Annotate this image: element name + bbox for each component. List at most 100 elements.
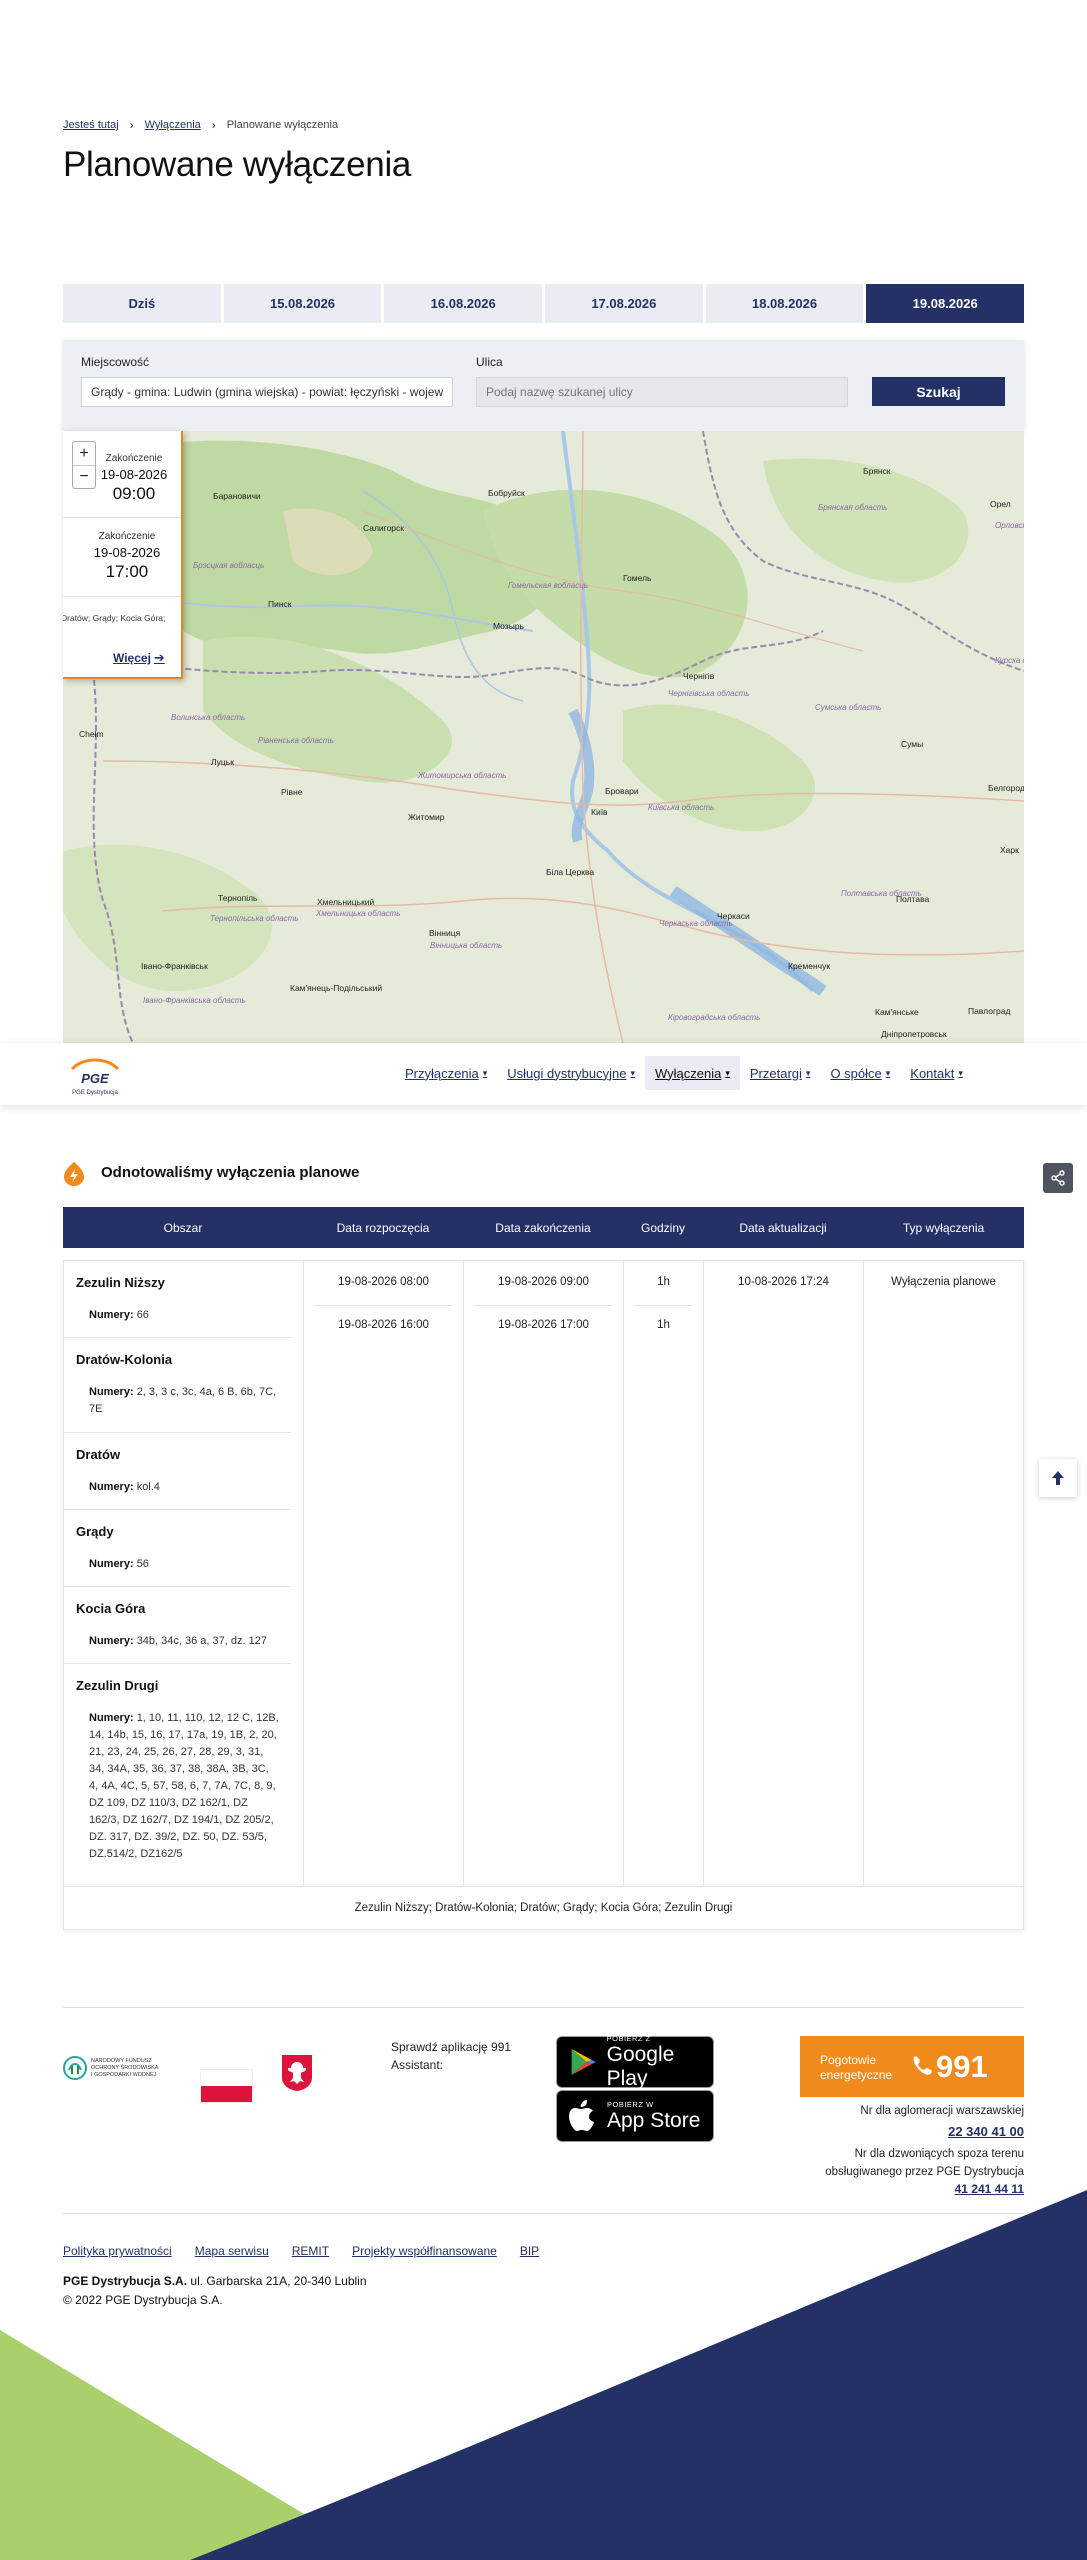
map-label-city: Київ [591, 807, 608, 817]
emergency-call-button[interactable]: Pogotowie energetyczne 991 [800, 2036, 1024, 2097]
footer-link-bip[interactable]: BIP [520, 2244, 539, 2258]
numbers-value: 34b, 34c, 36 a, 37, dz. 127 [136, 1635, 267, 1647]
date-tab[interactable]: 15.08.2026 [223, 284, 382, 323]
area-numbers: Numery: 2, 3, 3 c, 3c, 4a, 6 B, 6b, 7C, … [76, 1384, 279, 1418]
outage-table: Zezulin Niższy Numery: 66 Dratów-Kolonia… [63, 1260, 1024, 1930]
apple-icon [569, 2100, 594, 2131]
map-label-city: Павлоград [968, 1006, 1011, 1016]
nav-item-label: Kontakt [910, 1065, 955, 1081]
chevron-right-icon: › [129, 118, 134, 132]
map-label-city: Бровари [605, 786, 639, 796]
outage-table-header: Obszar Data rozpoczęcia Data zakończenia… [63, 1207, 1024, 1248]
nav-item-kontakt[interactable]: Kontakt ▾ [900, 1056, 973, 1090]
popup-end-label: Zakończenie [105, 453, 163, 464]
map[interactable]: Брянск Барановичи Бобруйск Салигорск Гом… [63, 431, 1024, 1043]
area-numbers: Numery: 56 [76, 1556, 279, 1573]
numbers-value: 1, 10, 11, 110, 12, 12 C, 12B, 14, 14b, … [89, 1712, 279, 1860]
nav-item-o-spolce[interactable]: O spółce ▾ [820, 1056, 900, 1090]
search-button[interactable]: Szukaj [872, 377, 1005, 406]
map-label-city: Салигорск [363, 523, 405, 533]
date-tab-today[interactable]: Dziś [63, 284, 221, 323]
date-tab[interactable]: 18.08.2026 [705, 284, 864, 323]
popup-more-label: Więcej [113, 651, 151, 665]
map-label-region: Волинська область [171, 713, 246, 722]
nav-item-label: O spółce [830, 1065, 882, 1081]
google-play-button[interactable]: POBIERZ Z Google Play [556, 2033, 714, 2090]
column-header-area: Obszar [163, 1220, 203, 1235]
nav-item-przetargi[interactable]: Przetargi ▾ [740, 1056, 821, 1090]
google-play-small-text: POBIERZ Z [606, 2033, 651, 2043]
google-play-big-text: Google Play [606, 2042, 675, 2090]
footer-link-projects[interactable]: Projekty współfinansowane [352, 2244, 497, 2258]
fund-text-2: OCHRONY ŚRODOWISKA [91, 2063, 159, 2071]
company-info: PGE Dystrybucja S.A. ul. Garbarska 21A, … [63, 2272, 367, 2310]
map-label-city: Харк [1000, 845, 1019, 855]
numbers-label: Numery: [89, 1712, 134, 1724]
outside-label: Nr dla dzwoniących spoza terenu obsługiw… [825, 2148, 1024, 2178]
footer-link-remit[interactable]: REMIT [292, 2244, 329, 2258]
numbers-label: Numery: [89, 1386, 134, 1398]
popup-end-date: 19-08-2026 [100, 467, 168, 482]
breadcrumb-home-link[interactable]: Jesteś tutaj [63, 119, 119, 131]
date-tab[interactable]: 16.08.2026 [384, 284, 543, 323]
map-label-region: Івано-Франківська область [143, 996, 246, 1005]
map-label-city: Житомир [408, 812, 445, 822]
date-tab[interactable]: 17.08.2026 [545, 284, 703, 323]
start-date: 19-08-2026 16:00 [338, 1319, 429, 1331]
numbers-label: Numery: [89, 1635, 134, 1647]
breadcrumb: Jesteś tutaj › Wyłączenia › Planowane wy… [63, 118, 338, 132]
footer-link-privacy[interactable]: Polityka prywatności [63, 2244, 172, 2258]
arrow-right-icon: ➔ [153, 650, 165, 665]
end-date-column: 19-08-2026 09:00 19-08-2026 17:00 [464, 1261, 624, 1886]
pge-logo[interactable]: PGE PGE Dystrybucja [66, 1053, 124, 1097]
popup-end-label: Zakończenie [98, 531, 156, 542]
footer-link-sitemap[interactable]: Mapa serwisu [195, 2244, 269, 2258]
map-label-city: Пинск [268, 599, 292, 609]
map-label-city: Белгород [988, 783, 1024, 793]
area-numbers: Numery: 66 [76, 1307, 279, 1324]
company-name: PGE Dystrybucja S.A. [63, 2274, 188, 2288]
street-input[interactable] [476, 377, 848, 407]
nav-item-wylaczenia[interactable]: Wyłączenia ▾ [644, 1056, 740, 1090]
chevron-down-icon: ▾ [958, 1067, 963, 1078]
map-label-city: Вінниця [429, 928, 461, 938]
map-label-city: Луцьк [211, 757, 234, 767]
column-header-start: Data rozpoczęcia [336, 1220, 430, 1235]
map-label-city: Сумы [901, 739, 924, 749]
nav-item-uslugi[interactable]: Usługi dystrybucyjne ▾ [497, 1056, 645, 1090]
end-date: 19-08-2026 17:00 [498, 1319, 589, 1331]
app-store-button[interactable]: POBIERZ W App Store [556, 2090, 714, 2142]
warsaw-phone-link[interactable]: 22 340 41 00 [948, 2124, 1024, 2139]
chevron-right-icon: › [211, 118, 216, 132]
nav-item-przylaczenia[interactable]: Przyłączenia ▾ [395, 1056, 497, 1090]
table-row: Grądy Numery: 56 [64, 1510, 291, 1587]
area-name: Zezulin Drugi [76, 1678, 159, 1693]
fund-text-3: I GOSPODARKI WODNEJ [91, 2072, 157, 2078]
footer-links: Polityka prywatności Mapa serwisu REMIT … [63, 2244, 539, 2258]
area-name: Zezulin Niższy [76, 1275, 165, 1290]
city-input[interactable] [81, 377, 453, 407]
map-label-region: Кіровоградська область [668, 1013, 761, 1022]
table-row: Dratów Numery: kol.4 [64, 1433, 291, 1510]
column-header-hours: Godziny [640, 1220, 686, 1235]
emergency-label: Pogotowie energetyczne [820, 2053, 893, 2082]
arrow-up-icon [1052, 1471, 1064, 1485]
chevron-down-icon: ▾ [482, 1067, 488, 1078]
share-icon [1051, 1170, 1065, 1186]
map-label-city: Chełm [79, 729, 104, 739]
numbers-value: 56 [136, 1558, 149, 1570]
map-label-region: Тернопільська область [210, 914, 299, 923]
scroll-to-top-button[interactable] [1039, 1459, 1077, 1497]
start-date: 19-08-2026 08:00 [338, 1276, 429, 1288]
map-label-region: Орловска область [995, 521, 1024, 530]
area-numbers: Numery: kol.4 [76, 1479, 279, 1496]
chevron-down-icon: ▾ [725, 1067, 730, 1078]
map-label-city: Мозырь [493, 621, 524, 631]
table-summary: Zezulin Niższy; Dratów-Kolonia; Dratów; … [64, 1886, 1023, 1929]
date-tab-active[interactable]: 19.08.2026 [866, 284, 1025, 323]
breadcrumb-parent-link[interactable]: Wyłączenia [145, 119, 201, 131]
column-header-end: Data zakończenia [495, 1220, 591, 1235]
nav-item-label: Usługi dystrybucyjne [507, 1065, 627, 1081]
popup-more-link[interactable]: Więcej ➔ [113, 650, 165, 666]
share-button[interactable] [1043, 1163, 1073, 1193]
